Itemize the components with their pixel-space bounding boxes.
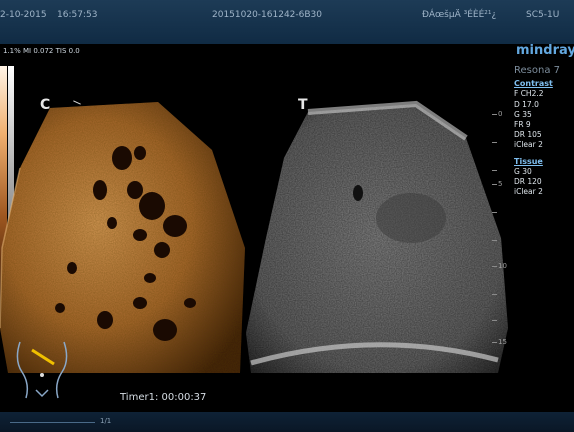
frame-counter: 1/1 xyxy=(100,417,112,425)
contrast-param: F CH2.2 xyxy=(514,89,544,99)
depth-label-0: 0 xyxy=(498,110,503,118)
contrast-param: FR 9 xyxy=(514,120,531,130)
parameter-sidebar: Resona 7 Contrast F CH2.2 D 17.0 G 35 FR… xyxy=(514,65,560,197)
probe-name: SC5-1U xyxy=(526,10,560,20)
tissue-param: iClear 2 xyxy=(514,187,543,197)
bottom-bar: 1/1 xyxy=(0,412,574,432)
tissue-mode-label: T xyxy=(298,97,308,113)
tissue-param: G 30 xyxy=(514,166,532,176)
tissue-param: DR 120 xyxy=(514,177,542,187)
depth-label-10: 10 xyxy=(498,262,507,270)
depth-scale: 0 5 10 15 xyxy=(492,110,512,350)
contrast-param: D 17.0 xyxy=(514,99,539,109)
contrast-param: iClear 2 xyxy=(514,140,543,150)
garbled-text: ÐÁœšµÄ ³ÉÈÉ²¹¿ xyxy=(422,10,497,20)
contrast-param: DR 105 xyxy=(514,130,542,140)
brand-logo: mindray xyxy=(516,43,574,58)
depth-label-5: 5 xyxy=(498,180,503,188)
cine-slider[interactable] xyxy=(10,422,95,423)
exam-time: 16:57:53 xyxy=(57,10,98,20)
timer-readout: Timer1: 00:00:37 xyxy=(120,392,207,403)
depth-label-15: 15 xyxy=(498,338,507,346)
tissue-image xyxy=(246,100,508,373)
exam-date: 2-10-2015 xyxy=(0,10,47,20)
acoustic-info: 1.1% MI 0.072 TIS 0.0 xyxy=(3,47,80,55)
top-status-bar: 2-10-2015 16:57:53 20151020-161242-6B30 … xyxy=(0,0,574,44)
body-mark-icon xyxy=(16,341,68,399)
contrast-param: G 35 xyxy=(514,109,532,119)
tissue-section-title[interactable]: Tissue xyxy=(514,157,560,167)
contrast-mode-label: C xyxy=(40,97,51,113)
contrast-section-title[interactable]: Contrast xyxy=(514,79,560,89)
exam-id: 20151020-161242-6B30 xyxy=(212,10,323,20)
device-model: Resona 7 xyxy=(514,65,560,76)
